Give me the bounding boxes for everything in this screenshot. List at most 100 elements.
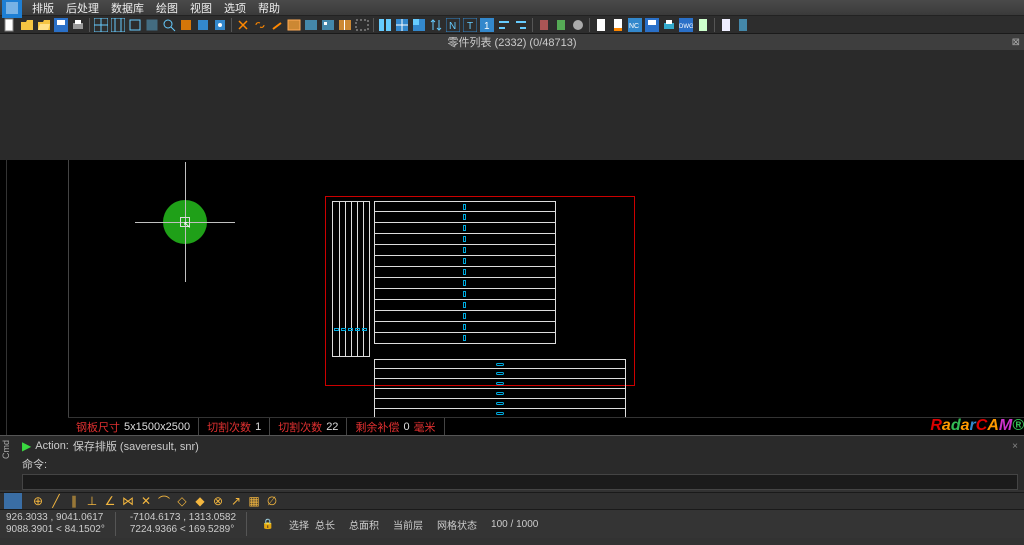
snap-ext-icon[interactable]: ↗ — [228, 493, 244, 509]
svg-text:DWG: DWG — [679, 24, 693, 30]
svg-text:1: 1 — [484, 21, 490, 32]
menu-layout[interactable]: 排版 — [26, 0, 60, 16]
save2-icon[interactable] — [644, 17, 660, 33]
open2-icon[interactable] — [36, 17, 52, 33]
lock-icon[interactable]: 🔒 — [261, 517, 275, 531]
config3-icon[interactable] — [212, 17, 228, 33]
sort-icon[interactable] — [428, 17, 444, 33]
file2-icon[interactable] — [610, 17, 626, 33]
snap-none-icon[interactable]: ∅ — [264, 493, 280, 509]
snap-node-icon[interactable]: ◇ — [174, 493, 190, 509]
menu-draw[interactable]: 绘图 — [150, 0, 184, 16]
layout2-icon[interactable] — [394, 17, 410, 33]
command-input[interactable] — [22, 474, 1018, 490]
img1-icon[interactable] — [286, 17, 302, 33]
remain-value: 0 — [403, 421, 409, 433]
config2-icon[interactable] — [195, 17, 211, 33]
exp3-icon[interactable] — [735, 17, 751, 33]
print-icon[interactable] — [70, 17, 86, 33]
main-toolbar: N T 1 NC DWG — [0, 16, 1024, 34]
parts-list-close-icon[interactable]: ⊠ — [1012, 37, 1020, 48]
separator — [532, 18, 533, 32]
one-icon[interactable]: 1 — [479, 17, 495, 33]
cut-icon[interactable] — [235, 17, 251, 33]
action-label: Action: — [35, 440, 69, 452]
tool1-icon[interactable] — [269, 17, 285, 33]
snap-toolbar: ⊕ ╱ ∥ ⊥ ∠ ⋈ ✕ ⌒ ◇ ◆ ⊗ ↗ ▦ ∅ — [0, 492, 1024, 510]
grid2-icon[interactable] — [110, 17, 126, 33]
exp1-icon[interactable] — [695, 17, 711, 33]
snap-parallel-icon[interactable]: ∥ — [66, 493, 82, 509]
nesting-sheet[interactable] — [325, 196, 635, 386]
color-swatch[interactable] — [4, 493, 22, 509]
snap-quad-icon[interactable]: ◆ — [192, 493, 208, 509]
drawing-viewport[interactable]: ↖ 钢板尺寸5x1500x2500 切割次数1 切割次数22 剩余补偿0毫米 — [0, 160, 1024, 435]
print2-icon[interactable] — [661, 17, 677, 33]
img3-icon[interactable] — [320, 17, 336, 33]
tool-c-icon[interactable] — [570, 17, 586, 33]
svg-text:NC: NC — [629, 23, 639, 30]
open-icon[interactable] — [19, 17, 35, 33]
square-icon[interactable] — [127, 17, 143, 33]
cut-count-label: 切割次数 — [207, 419, 251, 435]
coords-relative: -7104.6173 , 1313.05827224.9366 < 169.52… — [130, 512, 247, 536]
img4-icon[interactable] — [337, 17, 353, 33]
snap-perp-icon[interactable]: ⊥ — [84, 493, 100, 509]
select-label: 选择 — [289, 517, 309, 532]
snap-mid-icon[interactable]: ⋈ — [120, 493, 136, 509]
menu-options[interactable]: 选项 — [218, 0, 252, 16]
tool-b-icon[interactable] — [553, 17, 569, 33]
layout1-icon[interactable] — [377, 17, 393, 33]
layout3-icon[interactable] — [411, 17, 427, 33]
zoom-icon[interactable] — [161, 17, 177, 33]
layer-label: 当前层 — [393, 517, 423, 532]
pierce-count-label: 切割次数 — [278, 419, 322, 435]
square2-icon[interactable] — [144, 17, 160, 33]
img5-icon[interactable] — [354, 17, 370, 33]
parts-list-title: 零件列表 (2332) (0/48713) — [448, 34, 577, 50]
command-prompt-label: 命令: — [0, 456, 1024, 474]
command-panel: Cmd ▶ Action: 保存排版 (saveresult, snr) × 命… — [0, 435, 1024, 490]
save-icon[interactable] — [53, 17, 69, 33]
tool-a-icon[interactable] — [536, 17, 552, 33]
menu-help[interactable]: 帮助 — [252, 0, 286, 16]
snap-endpoint-icon[interactable]: ╱ — [48, 493, 64, 509]
snap-near-icon[interactable]: ⊗ — [210, 493, 226, 509]
svg-text:N: N — [449, 21, 456, 32]
command-panel-label: Cmd — [0, 436, 12, 463]
command-close-icon[interactable]: × — [1012, 441, 1018, 452]
snap-tan-icon[interactable]: ⌒ — [156, 493, 172, 509]
n-icon[interactable]: N — [445, 17, 461, 33]
img2-icon[interactable] — [303, 17, 319, 33]
menu-view[interactable]: 视图 — [184, 0, 218, 16]
menu-database[interactable]: 数据库 — [105, 0, 150, 16]
config-icon[interactable] — [178, 17, 194, 33]
new-icon[interactable] — [2, 17, 18, 33]
exp2-icon[interactable] — [718, 17, 734, 33]
snap-angle-icon[interactable]: ∠ — [102, 493, 118, 509]
part-row-group-1 — [374, 201, 556, 357]
play-icon[interactable]: ▶ — [22, 439, 31, 453]
app-logo: RadarCAM® — [930, 417, 1024, 435]
unit-label: 毫米 — [414, 419, 436, 435]
file1-icon[interactable] — [593, 17, 609, 33]
viewport-edge — [68, 160, 69, 435]
grid-label: 网格状态 — [437, 517, 477, 532]
nc-icon[interactable]: NC — [627, 17, 643, 33]
status-bar: 926.3033 , 9041.06179088.3901 < 84.1502°… — [0, 510, 1024, 538]
link-icon[interactable] — [252, 17, 268, 33]
parts-list-bar: 零件列表 (2332) (0/48713) ⊠ — [0, 34, 1024, 50]
separator — [373, 18, 374, 32]
align2-icon[interactable] — [513, 17, 529, 33]
app-icon[interactable] — [2, 1, 22, 15]
t-icon[interactable]: T — [462, 17, 478, 33]
snap-int-icon[interactable]: ✕ — [138, 493, 154, 509]
snap-center-icon[interactable]: ⊕ — [30, 493, 46, 509]
arrow-cursor-icon: ↖ — [183, 220, 191, 231]
grid-icon[interactable] — [93, 17, 109, 33]
snap-grid-icon[interactable]: ▦ — [246, 493, 262, 509]
dwg-icon[interactable]: DWG — [678, 17, 694, 33]
menu-postprocess[interactable]: 后处理 — [60, 0, 105, 16]
align1-icon[interactable] — [496, 17, 512, 33]
separator — [231, 18, 232, 32]
